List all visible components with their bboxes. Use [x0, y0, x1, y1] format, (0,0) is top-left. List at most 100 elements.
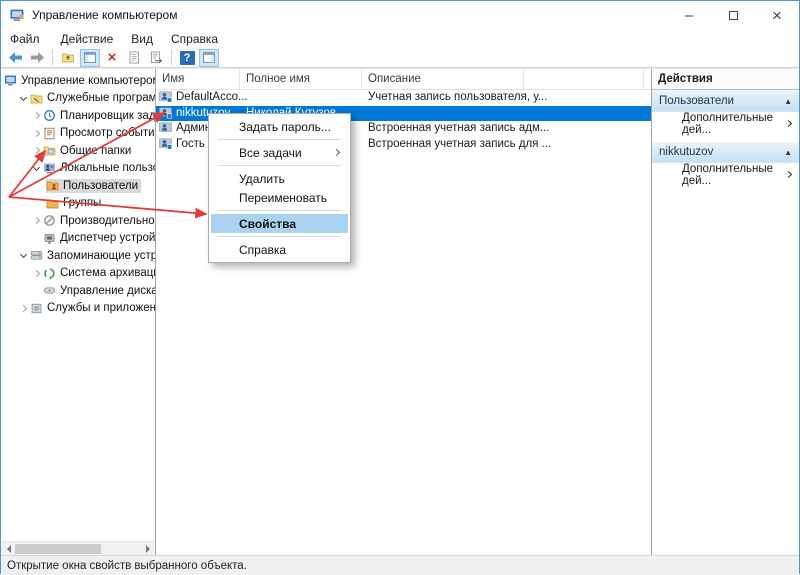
sidebar-item-performance[interactable]: Производительность — [1, 212, 155, 230]
scroll-left-icon[interactable] — [1, 542, 14, 555]
sidebar-item-device-manager[interactable]: Диспетчер устройств — [1, 230, 155, 248]
menu-item-rename[interactable]: Переименовать — [211, 188, 348, 207]
sidebar-item-groups[interactable]: Группы — [1, 195, 155, 213]
help-icon: ? — [180, 51, 195, 65]
context-menu: Задать пароль... Все задачи Удалить Пере… — [208, 113, 351, 263]
properties-sheet-icon — [127, 51, 141, 64]
sidebar-item-backup[interactable]: Система архивации да — [1, 265, 155, 283]
chevron-down-icon[interactable] — [17, 254, 30, 257]
device-manager-icon — [43, 232, 58, 245]
chevron-right-icon[interactable] — [17, 306, 30, 311]
forward-icon — [30, 51, 45, 64]
delete-button[interactable]: × — [102, 49, 122, 67]
menu-help[interactable]: Справка — [162, 29, 227, 48]
export-list-button[interactable] — [146, 49, 166, 67]
chevron-right-icon[interactable] — [30, 113, 43, 118]
chevron-down-icon[interactable] — [30, 167, 43, 170]
submenu-arrow-icon — [333, 149, 340, 156]
status-bar: Открытие окна свойств выбранного объекта… — [1, 555, 799, 575]
properties-button[interactable] — [124, 49, 144, 67]
actions-pane-title: Действия — [652, 69, 799, 90]
menu-action[interactable]: Действие — [52, 29, 123, 48]
back-button[interactable] — [5, 49, 25, 67]
actions-section-nikkutuzov[interactable]: nikkutuzov ▲ — [652, 142, 799, 163]
collapse-icon[interactable]: ▲ — [784, 148, 792, 157]
sidebar-item-event-viewer[interactable]: Просмотр событий — [1, 125, 155, 143]
menu-file[interactable]: Файл — [10, 29, 52, 48]
event-viewer-icon — [43, 127, 58, 140]
scrollbar-thumb[interactable] — [15, 544, 101, 554]
chevron-right-icon[interactable] — [30, 131, 43, 136]
status-text: Открытие окна свойств выбранного объекта… — [7, 560, 247, 572]
action-pane-toggle-button[interactable] — [199, 49, 219, 67]
more-actions-nikkutuzov[interactable]: Дополнительные дей... — [652, 163, 799, 186]
sidebar-item-task-scheduler[interactable]: Планировщик заданий — [1, 107, 155, 125]
console-tree: Управление компьютером (л Служебные прог… — [1, 69, 156, 555]
sidebar-item-system-tools[interactable]: Служебные программы — [1, 90, 155, 108]
toolbar: × ? — [1, 48, 799, 68]
maximize-icon — [729, 11, 738, 20]
console-tree-toggle-button[interactable] — [80, 49, 100, 67]
column-header-extra — [524, 69, 644, 89]
computer-management-window: Управление компьютером – × Файл Действие… — [0, 0, 800, 574]
actions-section-users[interactable]: Пользователи ▲ — [652, 91, 799, 112]
menu-separator — [218, 165, 341, 166]
menu-separator — [218, 236, 341, 237]
title-bar: Управление компьютером – × — [1, 1, 799, 29]
computer-icon — [4, 74, 19, 87]
tree-horizontal-scrollbar[interactable] — [1, 541, 155, 555]
sidebar-item-storage[interactable]: Запоминающие устройст — [1, 247, 155, 265]
backup-icon — [43, 267, 58, 280]
sidebar-item-disk-management[interactable]: Управление дисками — [1, 282, 155, 300]
menu-item-set-password[interactable]: Задать пароль... — [211, 117, 348, 136]
collapse-icon[interactable]: ▲ — [784, 97, 792, 106]
sidebar-item-shared-folders[interactable]: Общие папки — [1, 142, 155, 160]
chevron-down-icon[interactable] — [17, 97, 30, 100]
sidebar-item-local-users-and-groups[interactable]: Локальные пользовател — [1, 160, 155, 178]
more-actions-users[interactable]: Дополнительные дей... — [652, 112, 799, 135]
user-row-defaultaccount[interactable]: DefaultAcco... Учетная запись пользовате… — [156, 90, 651, 106]
task-scheduler-icon — [43, 109, 58, 122]
users-folder-icon — [46, 179, 61, 192]
window-title: Управление компьютером — [32, 8, 177, 22]
chevron-right-icon[interactable] — [30, 148, 43, 153]
menu-item-properties[interactable]: Свойства — [211, 214, 348, 233]
shared-folders-icon — [43, 144, 58, 157]
sidebar-item-users[interactable]: Пользователи — [1, 177, 155, 195]
menu-item-all-tasks[interactable]: Все задачи — [211, 143, 348, 162]
minimize-button[interactable]: – — [667, 1, 711, 29]
groups-folder-icon — [46, 197, 61, 210]
chevron-right-icon[interactable] — [30, 218, 43, 223]
column-header-name[interactable]: Имя — [156, 69, 240, 89]
system-tools-icon — [30, 92, 45, 105]
scroll-right-icon[interactable] — [142, 542, 155, 555]
export-list-icon — [149, 51, 163, 64]
maximize-button[interactable] — [711, 1, 755, 29]
menu-separator — [218, 210, 341, 211]
close-button[interactable]: × — [755, 1, 799, 29]
user-icon — [159, 107, 172, 122]
menu-view[interactable]: Вид — [122, 29, 162, 48]
menu-item-delete[interactable]: Удалить — [211, 169, 348, 188]
services-icon — [30, 302, 45, 315]
disk-management-icon — [43, 284, 58, 297]
forward-button[interactable] — [27, 49, 47, 67]
storage-icon — [30, 249, 45, 262]
console-tree-toggle-icon — [83, 51, 97, 64]
sidebar-item-services-and-applications[interactable]: Службы и приложения — [1, 300, 155, 318]
actions-pane: Действия Пользователи ▲ Дополнительные д… — [652, 69, 799, 555]
sidebar-item-computer-management[interactable]: Управление компьютером (л — [1, 72, 155, 90]
help-button[interactable]: ? — [177, 49, 197, 67]
column-header-full-name[interactable]: Полное имя — [240, 69, 362, 89]
user-icon — [159, 138, 172, 153]
action-pane-toggle-icon — [202, 51, 216, 64]
back-icon — [8, 51, 23, 64]
menu-item-help[interactable]: Справка — [211, 240, 348, 259]
column-header-description[interactable]: Описание — [362, 69, 524, 89]
toolbar-separator — [171, 50, 172, 65]
chevron-right-icon[interactable] — [30, 271, 43, 276]
delete-icon: × — [108, 50, 117, 65]
performance-icon — [43, 214, 58, 227]
list-header: Имя Полное имя Описание — [156, 69, 651, 90]
up-folder-button[interactable] — [58, 49, 78, 67]
